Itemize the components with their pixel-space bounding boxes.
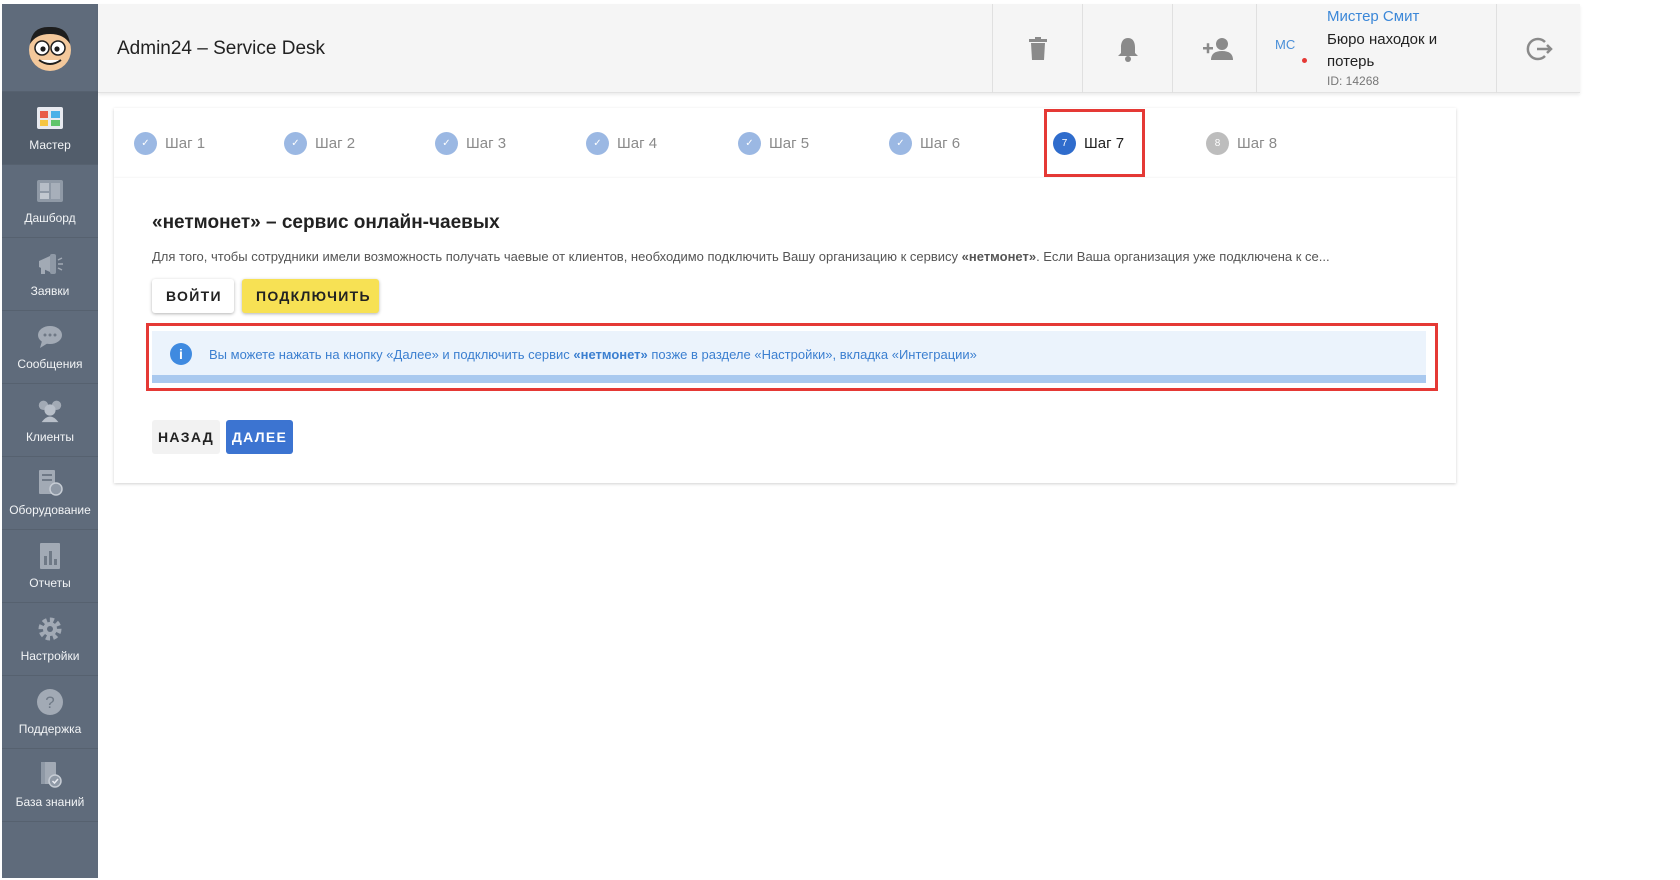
card-description: Для того, чтобы сотрудники имели возможн… [152,249,1330,264]
bell-icon [1117,37,1138,62]
card-title: «нетмонет» – сервис онлайн-чаевых [152,212,500,233]
chat-icon [36,323,64,351]
wizard-icon [36,104,64,132]
step-number: 8 [1206,131,1229,155]
step-label: Шаг 2 [315,134,356,152]
step-label: Шаг 4 [617,134,658,152]
dashboard-icon [36,177,64,205]
sidebar-item-equipment[interactable]: Оборудование [2,457,98,530]
sidebar-item-clients[interactable]: Клиенты [2,384,98,457]
sidebar-item-knowledge-base[interactable]: База знаний [2,749,98,822]
user-id: ID: 14268 [1327,74,1380,88]
gear-icon [36,615,64,643]
app-title: Admin24 – Service Desk [117,38,326,59]
notifications-button[interactable] [1082,4,1172,93]
check-icon: ✓ [134,131,157,155]
connect-button[interactable]: ПОДКЛЮЧИТЬ [242,279,379,313]
step-8[interactable]: 8 Шаг 8 [1206,131,1277,155]
check-icon: ✓ [435,131,458,155]
svg-text:?: ? [45,693,54,712]
sidebar-item-label: Мастер [29,138,71,152]
sidebar-item-label: Поддержка [18,722,82,736]
sidebar-item-label: Настройки [20,649,80,663]
sidebar: Мастер Дашборд Заявки Сообщения Клиенты [2,4,98,878]
step-label: Шаг 8 [1237,134,1278,152]
add-user-button[interactable] [1172,4,1262,93]
clients-icon [36,396,64,424]
user-profile[interactable]: MC Мистер Смит Бюро находок и потерь ID:… [1256,4,1496,93]
trash-icon [1028,36,1047,60]
sidebar-item-wizard[interactable]: Мастер [2,92,98,165]
sidebar-item-label: Оборудование [9,503,91,517]
sidebar-item-label: Отчеты [29,576,71,590]
wizard-stepper: ✓ Шаг 1 ✓ Шаг 2 ✓ Шаг 3 ✓ Шаг 4 ✓ Шаг 5 … [114,108,1456,178]
check-icon: ✓ [586,131,609,155]
help-icon: ? [36,688,64,716]
add-user-icon [1202,37,1233,60]
highlight-frame [146,323,1438,391]
sidebar-item-label: Сообщения [17,357,83,371]
logo[interactable] [2,4,98,92]
next-button[interactable]: ДАЛЕЕ [226,420,293,454]
mascot-logo-icon [29,26,71,71]
reports-icon [36,542,64,570]
step-label: Шаг 1 [165,134,206,152]
sidebar-item-dashboard[interactable]: Дашборд [2,165,98,238]
equipment-icon [36,469,64,497]
megaphone-icon [36,250,64,278]
sidebar-item-label: Дашборд [24,211,76,225]
sidebar-item-label: База знаний [15,795,85,809]
step-label: Шаг 5 [769,134,810,152]
sidebar-item-support[interactable]: ? Поддержка [2,676,98,749]
logout-button[interactable] [1496,4,1580,93]
step-6[interactable]: ✓ Шаг 6 [889,131,960,155]
top-header: Admin24 – Service Desk MC Мистер Смит Бю… [98,4,1580,93]
step-2[interactable]: ✓ Шаг 2 [284,131,355,155]
step-label: Шаг 3 [466,134,507,152]
trash-button[interactable] [992,4,1082,93]
sidebar-item-messages[interactable]: Сообщения [2,311,98,384]
highlight-frame [1044,109,1145,177]
avatar: MC [1275,37,1296,52]
check-icon: ✓ [284,131,307,155]
step-label: Шаг 6 [920,134,961,152]
step-3[interactable]: ✓ Шаг 3 [435,131,506,155]
knowledge-base-icon [36,761,64,789]
check-icon: ✓ [889,131,912,155]
user-organization: Бюро находок и потерь [1327,31,1438,70]
sidebar-item-settings[interactable]: Настройки [2,603,98,676]
sidebar-item-reports[interactable]: Отчеты [2,530,98,603]
sidebar-item-requests[interactable]: Заявки [2,238,98,311]
app-root: Мастер Дашборд Заявки Сообщения Клиенты [0,0,1680,880]
logout-icon [1526,37,1553,60]
back-button[interactable]: НАЗАД [152,420,220,454]
step-5[interactable]: ✓ Шаг 5 [738,131,809,155]
step-4[interactable]: ✓ Шаг 4 [586,131,657,155]
check-icon: ✓ [738,131,761,155]
login-button[interactable]: ВОЙТИ [152,279,234,313]
step-1[interactable]: ✓ Шаг 1 [134,131,205,155]
sidebar-item-label: Клиенты [25,430,75,444]
user-name[interactable]: Мистер Смит [1327,8,1419,25]
sidebar-item-label: Заявки [30,284,70,298]
status-dot [1302,58,1307,63]
